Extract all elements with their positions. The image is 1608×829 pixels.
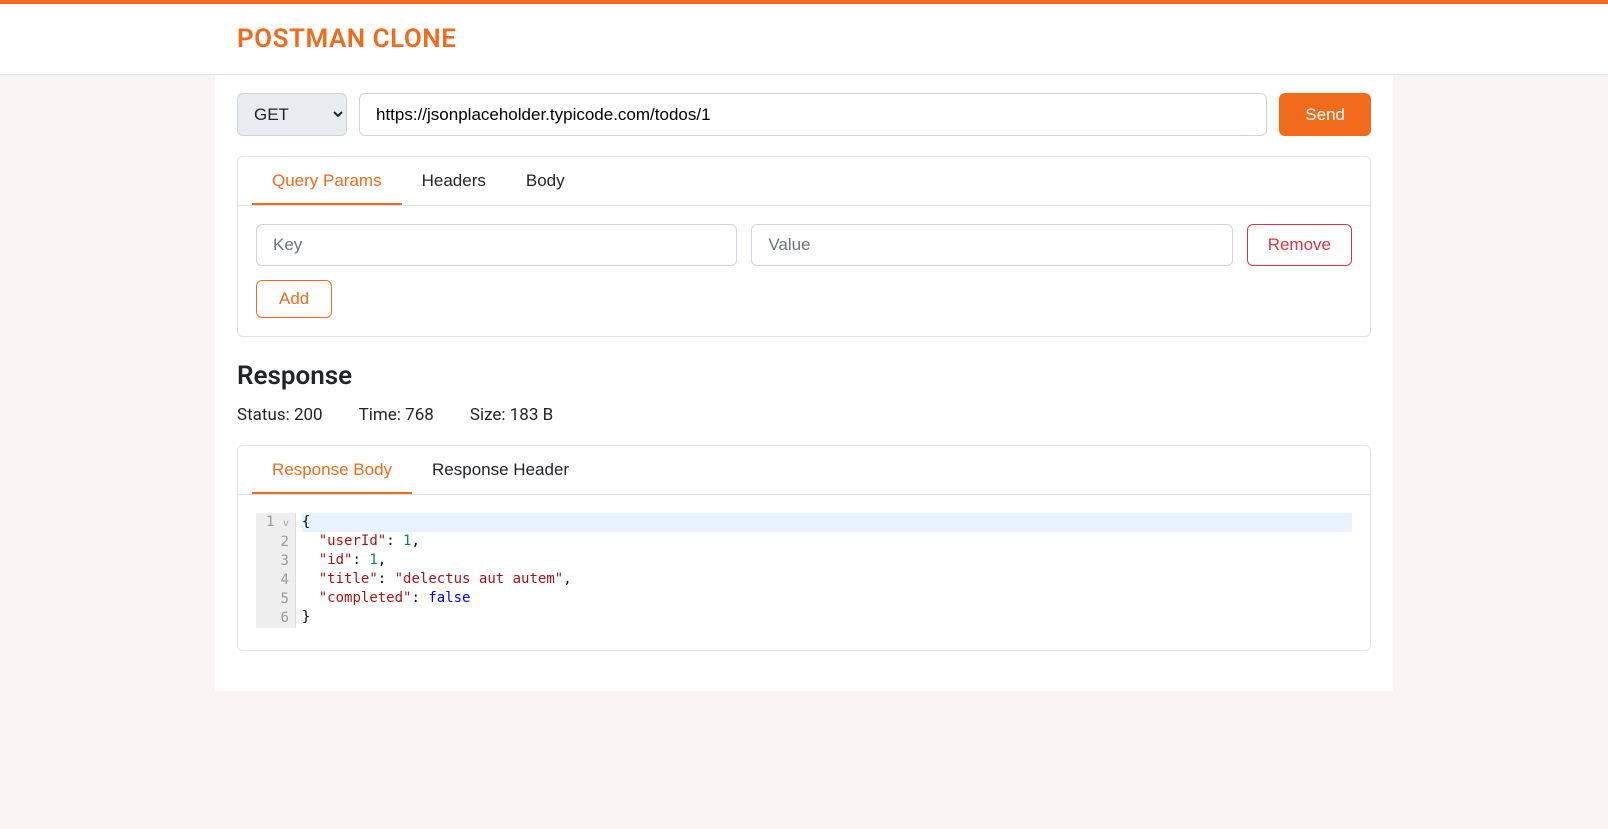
param-key-input[interactable] [256,224,737,266]
code-editor[interactable]: 1 v2 3 4 5 6 { "userId": 1, "id": 1, "ti… [256,513,1352,628]
response-card: Response Body Response Header 1 v2 3 4 5… [237,445,1371,651]
code-line: "id": 1, [302,551,1352,570]
request-bar: GET Send [237,93,1371,136]
line-number: 4 [266,571,289,590]
remove-param-button[interactable]: Remove [1247,224,1352,266]
brand-title: POSTMAN CLONE [237,24,1371,54]
http-method-select[interactable]: GET [237,93,347,136]
response-body-panel: 1 v2 3 4 5 6 { "userId": 1, "id": 1, "ti… [238,495,1370,650]
url-input[interactable] [359,93,1267,136]
code-line: { [302,513,1352,532]
param-row: Remove [256,224,1352,266]
header: POSTMAN CLONE [0,4,1608,75]
response-size: Size: 183 B [470,405,553,425]
response-tabs: Response Body Response Header [238,446,1370,495]
response-status: Status: 200 [237,405,323,425]
response-heading: Response [237,361,1371,391]
code-lines: { "userId": 1, "id": 1, "title": "delect… [296,513,1352,628]
response-time: Time: 768 [359,405,434,425]
line-number: 5 [266,590,289,609]
tab-query-params[interactable]: Query Params [252,157,402,205]
tab-headers[interactable]: Headers [402,157,506,205]
request-tabs: Query Params Headers Body [238,157,1370,206]
tab-response-body[interactable]: Response Body [252,446,412,494]
code-line: } [302,608,1352,627]
response-meta: Status: 200 Time: 768 Size: 183 B [237,405,1371,425]
tab-response-header[interactable]: Response Header [412,446,589,494]
tab-body[interactable]: Body [506,157,585,205]
param-value-input[interactable] [751,224,1232,266]
line-number: 2 [266,533,289,552]
line-number-gutter: 1 v2 3 4 5 6 [256,513,296,628]
main-panel: GET Send Query Params Headers Body Remov… [215,75,1393,691]
line-number: 1 v [266,513,289,533]
add-param-button[interactable]: Add [256,280,332,318]
send-button[interactable]: Send [1279,93,1371,136]
request-config-card: Query Params Headers Body Remove Add [237,156,1371,337]
line-number: 3 [266,552,289,571]
code-line: "completed": false [302,589,1352,608]
line-number: 6 [266,609,289,628]
query-params-panel: Remove Add [238,206,1370,336]
code-line: "userId": 1, [302,532,1352,551]
code-line: "title": "delectus aut autem", [302,570,1352,589]
